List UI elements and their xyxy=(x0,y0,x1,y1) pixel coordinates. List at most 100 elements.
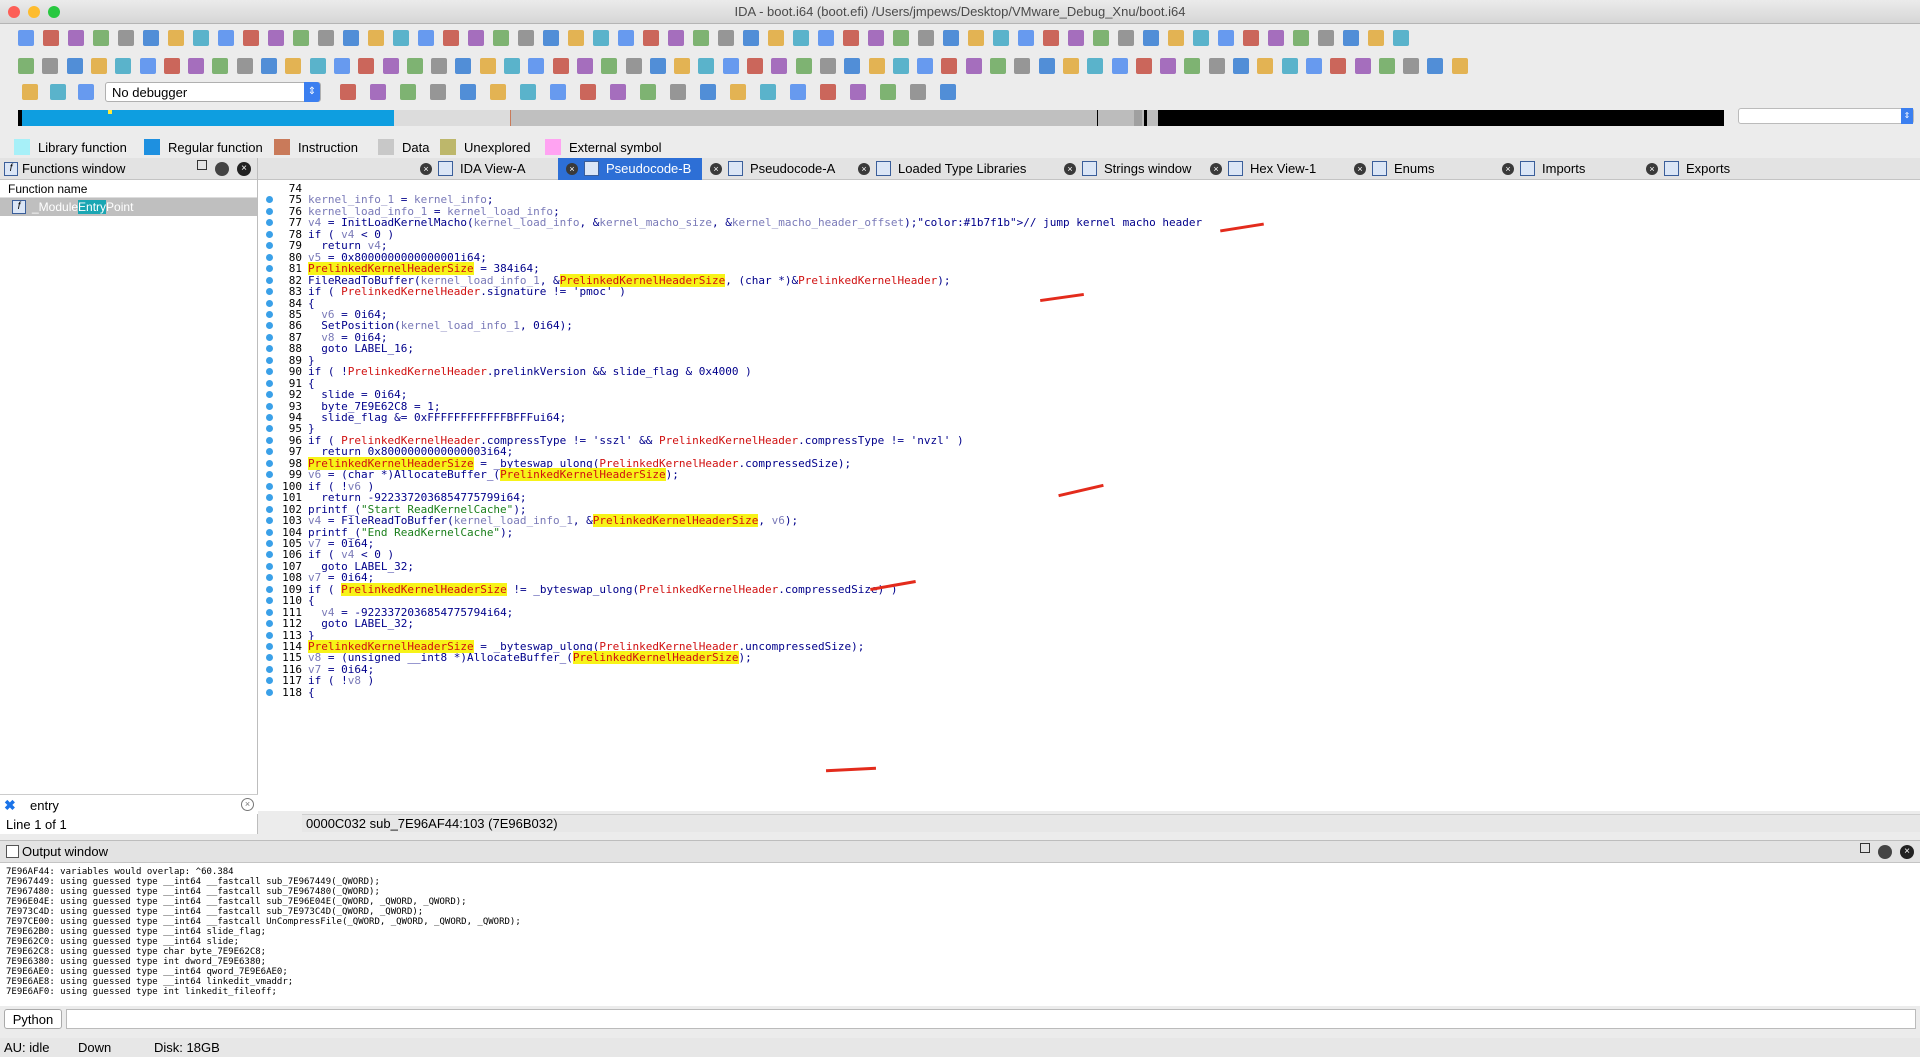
toolbar-icon[interactable] xyxy=(518,30,534,46)
toolbar-icon[interactable] xyxy=(358,58,375,74)
toolbar-icon[interactable] xyxy=(455,58,472,74)
breakpoint-dot[interactable] xyxy=(266,539,273,547)
breakpoint-dot[interactable] xyxy=(266,230,273,238)
python-button[interactable]: Python xyxy=(4,1009,62,1029)
toolbar-icon[interactable] xyxy=(674,58,691,74)
toolbar-icon[interactable] xyxy=(1043,30,1059,46)
toolbar-icon[interactable] xyxy=(1233,58,1249,74)
breakpoint-dot[interactable] xyxy=(266,551,273,559)
toolbar-icon[interactable] xyxy=(550,84,566,100)
code-line[interactable]: { xyxy=(308,686,1908,700)
breakpoint-dot[interactable] xyxy=(266,482,273,490)
toolbar-icon[interactable] xyxy=(1318,30,1334,46)
toolbar-icon[interactable] xyxy=(718,30,734,46)
toolbar-icon[interactable] xyxy=(261,58,277,74)
breakpoint-dot[interactable] xyxy=(266,574,273,582)
breakpoint-dot[interactable] xyxy=(266,665,273,673)
settings-icon[interactable] xyxy=(1878,845,1892,859)
toolbar-icon[interactable] xyxy=(543,30,559,46)
toolbar-icon[interactable] xyxy=(90,58,107,74)
toolbar-icon[interactable] xyxy=(593,30,609,46)
close-icon[interactable]: × xyxy=(1900,845,1914,859)
toolbar-icon[interactable] xyxy=(115,58,132,74)
filter-input[interactable]: entry xyxy=(30,798,59,813)
toolbar-icon[interactable] xyxy=(850,84,866,100)
breakpoint-dot[interactable] xyxy=(266,620,273,628)
toolbar-icon[interactable] xyxy=(368,30,384,46)
toolbar-icon[interactable] xyxy=(1268,30,1284,46)
breakpoint-dot[interactable] xyxy=(266,436,273,444)
toolbar-icon[interactable] xyxy=(243,30,259,46)
breakpoint-dot[interactable] xyxy=(266,322,273,330)
close-icon[interactable]: × xyxy=(858,163,870,175)
breakpoint-dot[interactable] xyxy=(266,448,273,456)
toolbar-icon[interactable] xyxy=(700,84,716,100)
toolbar-icon[interactable] xyxy=(168,30,184,46)
debugger-select[interactable]: No debugger ⇕ xyxy=(105,82,321,102)
toolbar-icon[interactable] xyxy=(431,58,448,74)
toolbar-icon[interactable] xyxy=(520,84,536,100)
toolbar-icon[interactable] xyxy=(18,58,34,74)
toolbar-icon[interactable] xyxy=(693,30,709,46)
toolbar-icon[interactable] xyxy=(618,30,634,46)
breakpoint-dot[interactable] xyxy=(266,356,273,364)
function-name-header[interactable]: Function name xyxy=(0,180,257,198)
tab-ida-view-a[interactable]: × IDA View-A xyxy=(412,158,558,180)
toolbar-icon[interactable] xyxy=(68,30,84,46)
close-icon[interactable]: × xyxy=(1502,163,1514,175)
toolbar-icon[interactable] xyxy=(490,84,506,100)
tab-pseudocode-b[interactable]: × Pseudocode-B xyxy=(558,158,702,180)
toolbar-icon[interactable] xyxy=(1068,30,1084,46)
breakpoint-dot[interactable] xyxy=(266,196,273,204)
breakpoint-dot[interactable] xyxy=(266,585,273,593)
toolbar-icon[interactable] xyxy=(430,84,446,100)
toolbar-icon[interactable] xyxy=(844,58,861,74)
float-icon[interactable] xyxy=(1860,843,1870,853)
toolbar-icon[interactable] xyxy=(640,84,656,100)
breakpoint-dot[interactable] xyxy=(266,368,273,376)
toolbar-icon[interactable] xyxy=(139,58,156,74)
breakpoint-dot[interactable] xyxy=(266,608,273,616)
toolbar-icon[interactable] xyxy=(1354,58,1371,74)
breakpoint-dot[interactable] xyxy=(266,276,273,284)
toolbar-icon[interactable] xyxy=(78,84,94,100)
toolbar-icon[interactable] xyxy=(730,84,746,100)
toolbar-icon[interactable] xyxy=(1208,58,1225,74)
breakpoint-dot[interactable] xyxy=(266,425,273,433)
breakpoint-dot[interactable] xyxy=(266,677,273,685)
breakpoint-dot[interactable] xyxy=(266,299,273,307)
toolbar-icon[interactable] xyxy=(649,58,666,74)
breakpoint-dot[interactable] xyxy=(266,459,273,467)
toolbar-icon[interactable] xyxy=(868,58,885,74)
toolbar-icon[interactable] xyxy=(819,58,836,74)
tab-loaded-type-libraries[interactable]: × Loaded Type Libraries xyxy=(850,158,1056,180)
toolbar-icon[interactable] xyxy=(218,30,234,46)
toolbar-icon[interactable] xyxy=(212,58,229,74)
close-icon[interactable]: × xyxy=(1646,163,1658,175)
toolbar-icon[interactable] xyxy=(771,58,788,74)
toolbar-icon[interactable] xyxy=(1087,58,1104,74)
toolbar-icon[interactable] xyxy=(552,58,569,74)
function-list-item[interactable]: f _ModuleEntryPoint xyxy=(0,198,257,216)
breakpoint-dot[interactable] xyxy=(266,494,273,502)
toolbar-icon[interactable] xyxy=(400,84,416,100)
toolbar-icon[interactable] xyxy=(601,58,618,74)
toolbar-icon[interactable] xyxy=(443,30,459,46)
breakpoint-dot[interactable] xyxy=(266,597,273,605)
toolbar-icon[interactable] xyxy=(940,84,956,100)
toolbar-icon[interactable] xyxy=(818,30,834,46)
breakpoint-dot[interactable] xyxy=(266,265,273,273)
toolbar-icon[interactable] xyxy=(93,30,109,46)
toolbar-icon[interactable] xyxy=(43,30,59,46)
breakpoint-dot[interactable] xyxy=(266,242,273,250)
toolbar-icon[interactable] xyxy=(1038,58,1055,74)
toolbar-icon[interactable] xyxy=(880,84,896,100)
breakpoint-dot[interactable] xyxy=(266,402,273,410)
toolbar-icon[interactable] xyxy=(285,58,302,74)
toolbar-icon[interactable] xyxy=(918,30,934,46)
toolbar-icon[interactable] xyxy=(1160,58,1177,74)
breakpoint-dot[interactable] xyxy=(266,207,273,215)
breakpoint-dot[interactable] xyxy=(266,414,273,421)
toolbar-icon[interactable] xyxy=(340,84,356,100)
tab-imports[interactable]: × Imports xyxy=(1494,158,1638,180)
